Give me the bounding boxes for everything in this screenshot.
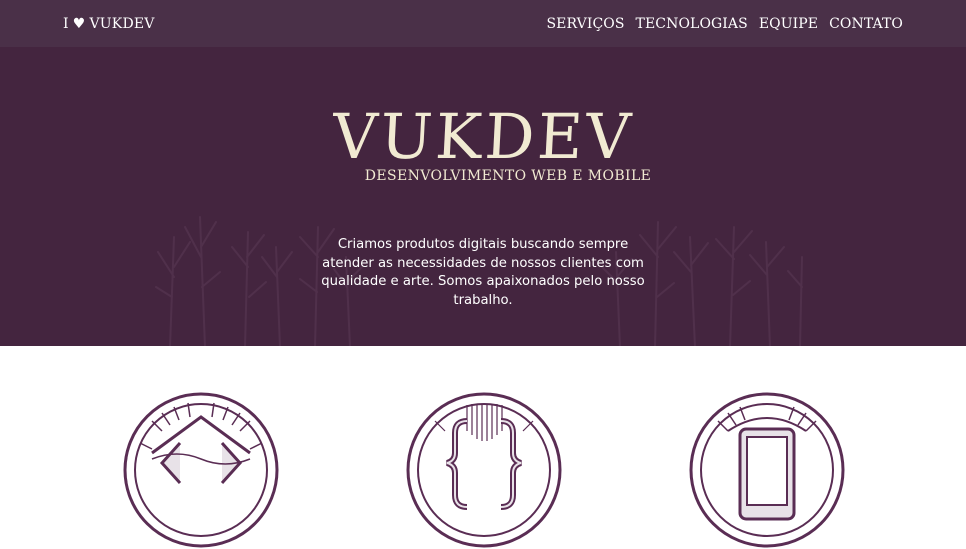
hero-section: VUKDEV DESENVOLVIMENTO WEB E MOBILE Cria… — [0, 47, 966, 346]
brand-name: VUKDEV — [89, 15, 155, 32]
services-section — [0, 346, 966, 548]
brand-link[interactable]: I ♥ VUKDEV — [63, 16, 155, 32]
mobile-phone-icon — [689, 392, 845, 548]
brand-prefix: I — [63, 15, 69, 32]
navbar: I ♥ VUKDEV SERVIÇOS TECNOLOGIAS EQUIPE CON… — [0, 0, 966, 47]
main-nav: SERVIÇOS TECNOLOGIAS EQUIPE CONTATO — [546, 16, 903, 32]
logo-title: VUKDEV — [330, 100, 636, 173]
hero-description: Criamos produtos digitais buscando sempr… — [321, 237, 645, 308]
nav-item-equipe[interactable]: EQUIPE — [759, 16, 818, 32]
heart-icon: ♥ — [72, 15, 86, 32]
web-code-icon — [123, 392, 279, 548]
vukdev-logo: VUKDEV DESENVOLVIMENTO WEB E MOBILE — [0, 100, 966, 184]
nav-item-tecnologias[interactable]: TECNOLOGIAS — [636, 16, 748, 32]
nav-item-contato[interactable]: CONTATO — [829, 16, 903, 32]
curly-braces-icon — [406, 392, 562, 548]
nav-item-servicos[interactable]: SERVIÇOS — [546, 16, 624, 32]
